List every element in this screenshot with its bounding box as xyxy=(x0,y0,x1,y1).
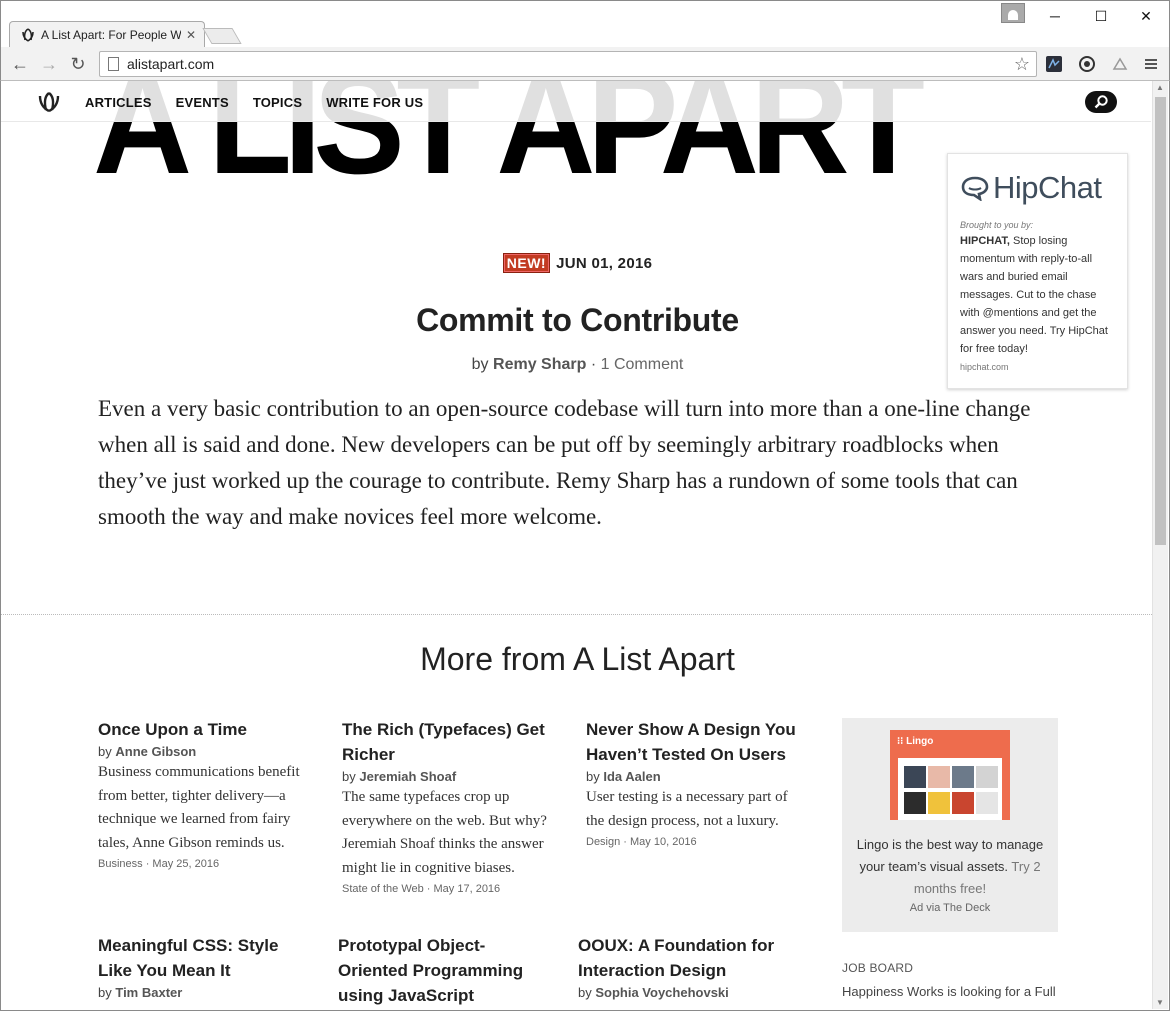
scroll-up-icon[interactable]: ▲ xyxy=(1156,83,1164,92)
byline-by: by xyxy=(471,356,489,373)
sponsor-body: Stop losing momentum with reply-to-all w… xyxy=(960,235,1108,355)
page-icon xyxy=(108,57,119,71)
tab-title: A List Apart: For People W xyxy=(41,28,181,42)
card-author[interactable]: Jeremiah Shoaf xyxy=(359,769,456,784)
job-board-label: JOB BOARD xyxy=(842,961,914,975)
deck-ad-text: Lingo is the best way to manage your tea… xyxy=(850,834,1050,900)
browser-toolbar: ← → ↻ alistapart.com ☆ xyxy=(0,47,1170,81)
site-nav: ARTICLES EVENTS TOPICS WRITE FOR US xyxy=(1,81,1151,122)
card-title[interactable]: The Rich (Typefaces) Get Richer xyxy=(342,717,557,767)
article-card: Meaningful CSS: Style Like You Mean It b… xyxy=(98,933,298,1000)
card-author[interactable]: Anne Gibson xyxy=(115,744,196,759)
article-card: Prototypal Object-Oriented Programming u… xyxy=(338,933,538,1008)
feature-date: JUN 01, 2016 xyxy=(556,254,653,272)
hipchat-brand: HipChat xyxy=(993,170,1102,205)
card-byline: by Anne Gibson xyxy=(98,744,313,759)
new-tab-button[interactable] xyxy=(202,28,242,44)
bookmark-star-icon[interactable]: ☆ xyxy=(1014,54,1030,75)
article-card: OOUX: A Foundation for Interaction Desig… xyxy=(578,933,798,1000)
extension-icon-2[interactable] xyxy=(1077,54,1097,74)
card-author[interactable]: Sophia Voychehovski xyxy=(595,985,728,1000)
more-heading: More from A List Apart xyxy=(420,641,735,677)
byline-separator: · xyxy=(590,356,597,373)
sponsor-text: HIPCHAT, Stop losing momentum with reply… xyxy=(960,232,1115,358)
card-author[interactable]: Tim Baxter xyxy=(115,985,182,1000)
deck-ad-via[interactable]: Ad via The Deck xyxy=(842,902,1058,914)
page-viewport: A LIST APART ARTICLES EVENTS TOPICS WRIT… xyxy=(0,81,1170,1011)
search-button[interactable] xyxy=(1085,91,1117,113)
ala-logo-icon[interactable] xyxy=(35,90,63,114)
sponsor-brought-by: Brought to you by: xyxy=(960,220,1034,230)
sponsor-card[interactable]: HipChat Brought to you by: HIPCHAT, Stop… xyxy=(947,153,1128,389)
feature-author[interactable]: Remy Sharp xyxy=(493,356,586,373)
page-scrollbar[interactable]: ▲ ▼ xyxy=(1152,81,1168,1009)
minimize-button[interactable]: ─ xyxy=(1032,1,1078,31)
card-author[interactable]: Ida Aalen xyxy=(603,769,660,784)
address-bar[interactable]: alistapart.com ☆ xyxy=(99,51,1037,77)
card-by: by xyxy=(586,769,600,784)
article-card: Never Show A Design You Haven’t Tested O… xyxy=(586,717,806,848)
feature-excerpt: Even a very basic contribution to an ope… xyxy=(98,396,1031,529)
search-icon xyxy=(1094,95,1108,109)
back-button[interactable]: ← xyxy=(9,54,31,74)
lingo-screenshot xyxy=(898,758,1002,820)
nav-events[interactable]: EVENTS xyxy=(176,95,229,110)
nav-articles[interactable]: ARTICLES xyxy=(85,95,152,110)
article-card: The Rich (Typefaces) Get Richer by Jerem… xyxy=(342,717,557,895)
lingo-label: ⁝⁝ Lingo xyxy=(897,736,934,747)
menu-icon[interactable] xyxy=(1141,54,1161,74)
card-title[interactable]: Once Upon a Time xyxy=(98,717,313,742)
card-meta[interactable]: Design · May 10, 2016 xyxy=(586,836,806,848)
new-badge: NEW! xyxy=(502,253,551,273)
nav-write-for-us[interactable]: WRITE FOR US xyxy=(326,95,423,110)
article-card: Once Upon a Time by Anne Gibson Business… xyxy=(98,717,313,870)
reload-button[interactable]: ↻ xyxy=(67,54,89,74)
tab-close-icon[interactable]: ✕ xyxy=(186,28,196,42)
card-by: by xyxy=(98,985,112,1000)
card-byline: by Tim Baxter xyxy=(98,985,298,1000)
card-by: by xyxy=(98,744,112,759)
card-title[interactable]: Prototypal Object-Oriented Programming u… xyxy=(338,933,538,1008)
profile-icon[interactable] xyxy=(1001,3,1025,23)
section-divider xyxy=(1,614,1154,615)
browser-titlebar: A List Apart: For People W ✕ ─ ☐ ✕ xyxy=(0,0,1170,48)
job-board-item[interactable]: Happiness Works is looking for a Full xyxy=(842,984,1056,999)
card-meta[interactable]: State of the Web · May 17, 2016 xyxy=(342,883,557,895)
maximize-button[interactable]: ☐ xyxy=(1078,1,1124,31)
card-title[interactable]: OOUX: A Foundation for Interaction Desig… xyxy=(578,933,798,983)
sponsor-brand-bold: HIPCHAT, xyxy=(960,235,1010,247)
scrollbar-thumb[interactable] xyxy=(1155,97,1166,545)
card-title[interactable]: Never Show A Design You Haven’t Tested O… xyxy=(586,717,806,767)
hipchat-bubble-icon xyxy=(961,176,989,201)
feature-comments-link[interactable]: 1 Comment xyxy=(601,356,684,373)
card-byline: by Sophia Voychehovski xyxy=(578,985,798,1000)
deck-ad[interactable]: ⁝⁝ Lingo Lingo is the best way to manage… xyxy=(842,718,1058,932)
card-desc: The same typefaces crop up everywhere on… xyxy=(342,789,547,876)
card-byline: by Jeremiah Shoaf xyxy=(342,769,557,784)
close-window-button[interactable]: ✕ xyxy=(1123,1,1169,31)
hipchat-logo: HipChat xyxy=(960,170,1115,206)
extension-icon-1[interactable] xyxy=(1044,54,1064,74)
browser-tab[interactable]: A List Apart: For People W ✕ xyxy=(9,21,205,48)
forward-button[interactable]: → xyxy=(38,54,60,74)
card-by: by xyxy=(578,985,592,1000)
card-desc: Business communications benefit from bet… xyxy=(98,764,300,851)
card-title[interactable]: Meaningful CSS: Style Like You Mean It xyxy=(98,933,298,983)
url-text: alistapart.com xyxy=(127,56,215,72)
card-meta[interactable]: Business · May 25, 2016 xyxy=(98,858,313,870)
card-byline: by Ida Aalen xyxy=(586,769,806,784)
card-by: by xyxy=(342,769,356,784)
scroll-down-icon[interactable]: ▼ xyxy=(1156,998,1164,1007)
card-desc: User testing is a necessary part of the … xyxy=(586,789,788,829)
lingo-ad-image[interactable]: ⁝⁝ Lingo xyxy=(890,730,1010,820)
nav-topics[interactable]: TOPICS xyxy=(253,95,302,110)
extension-icon-3[interactable] xyxy=(1110,54,1130,74)
sponsor-domain[interactable]: hipchat.com xyxy=(960,362,1115,372)
ala-favicon-icon xyxy=(20,27,36,43)
